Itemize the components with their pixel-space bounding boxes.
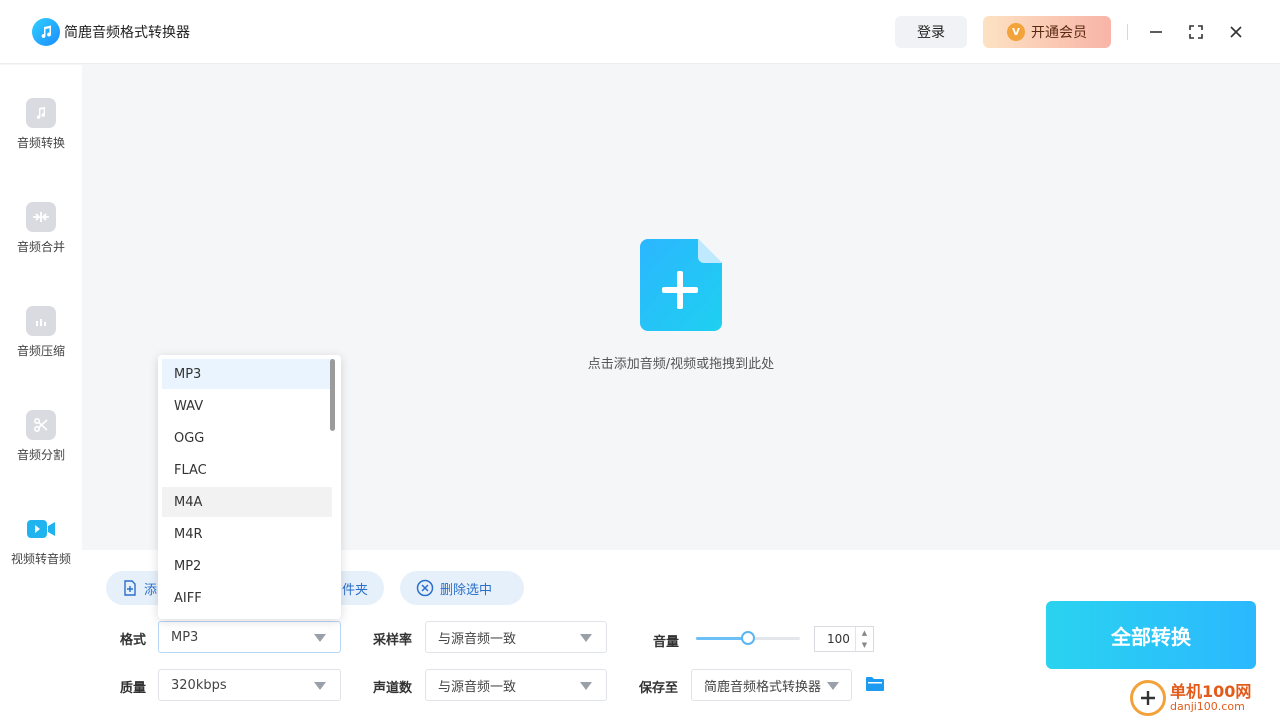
sidebar-item-label: 音频分割 bbox=[16, 448, 65, 462]
channels-value: 与源音频一致 bbox=[438, 679, 517, 695]
format-option-flac[interactable]: FLAC bbox=[162, 455, 332, 485]
add-file-icon[interactable] bbox=[640, 239, 722, 331]
convert-all-button[interactable]: 全部转换 bbox=[1046, 601, 1256, 669]
sample-rate-label: 采样率 bbox=[373, 633, 413, 648]
save-to-value: 简鹿音频格式转换器 bbox=[704, 679, 822, 695]
volume-slider-thumb[interactable] bbox=[741, 631, 755, 645]
format-option-m4a[interactable]: M4A bbox=[162, 487, 332, 517]
scissors-icon bbox=[26, 410, 56, 440]
format-option-aiff[interactable]: AIFF bbox=[162, 583, 332, 613]
sample-rate-value: 与源音频一致 bbox=[438, 631, 517, 647]
sidebar-item-audio-compress[interactable]: 音频压缩 bbox=[0, 306, 82, 386]
quality-select[interactable]: 320kbps bbox=[158, 669, 341, 701]
spin-up-icon[interactable]: ▲ bbox=[856, 627, 873, 639]
close-icon[interactable] bbox=[1224, 20, 1248, 44]
spin-down-icon[interactable]: ▼ bbox=[856, 639, 873, 651]
merge-icon bbox=[26, 202, 56, 232]
dropdown-scrollbar[interactable] bbox=[330, 359, 335, 431]
sidebar-item-label: 音频合并 bbox=[16, 240, 65, 254]
volume-label: 音量 bbox=[653, 635, 680, 650]
format-option-ogg[interactable]: OGG bbox=[162, 423, 332, 453]
format-label: 格式 bbox=[120, 633, 147, 648]
sample-rate-select[interactable]: 与源音频一致 bbox=[425, 621, 607, 653]
sidebar-item-label: 音频压缩 bbox=[16, 344, 65, 358]
chevron-down-icon bbox=[314, 634, 326, 642]
window-controls-divider bbox=[1127, 24, 1128, 40]
save-to-label: 保存至 bbox=[639, 681, 679, 696]
vip-button[interactable]: V 开通会员 bbox=[983, 16, 1111, 48]
sidebar-item-label: 音频转换 bbox=[16, 136, 65, 150]
save-to-select[interactable]: 简鹿音频格式转换器 bbox=[691, 669, 852, 701]
chevron-down-icon bbox=[580, 634, 592, 642]
chevron-down-icon bbox=[827, 682, 839, 690]
vip-crown-icon: V bbox=[1007, 23, 1025, 41]
minimize-icon[interactable] bbox=[1144, 20, 1168, 44]
folder-icon[interactable] bbox=[866, 677, 884, 691]
vip-label: 开通会员 bbox=[1031, 25, 1087, 41]
watermark-name: 单机100网 bbox=[1170, 682, 1252, 702]
delete-selected-button[interactable]: 删除选中 bbox=[400, 571, 524, 605]
maximize-icon[interactable] bbox=[1184, 20, 1208, 44]
sidebar-item-audio-merge[interactable]: 音频合并 bbox=[0, 202, 82, 282]
sidebar-item-audio-split[interactable]: 音频分割 bbox=[0, 410, 82, 490]
format-value: MP3 bbox=[171, 629, 199, 645]
music-note-icon bbox=[26, 98, 56, 128]
format-select[interactable]: MP3 bbox=[158, 621, 341, 653]
add-file-label: 添 bbox=[144, 582, 158, 598]
add-folder-label: 件夹 bbox=[341, 582, 368, 598]
video-camera-icon bbox=[26, 514, 56, 544]
format-dropdown-list: MP3 WAV OGG FLAC M4A M4R MP2 AIFF bbox=[158, 355, 341, 619]
volume-slider[interactable] bbox=[696, 631, 800, 645]
quality-value: 320kbps bbox=[171, 677, 227, 693]
sidebar-item-audio-convert[interactable]: 音频转换 bbox=[0, 98, 82, 178]
add-file-small-icon bbox=[124, 580, 136, 596]
channels-label: 声道数 bbox=[373, 681, 413, 696]
chevron-down-icon bbox=[314, 682, 326, 690]
title-bar: 简鹿音频格式转换器 登录 V 开通会员 bbox=[0, 0, 1280, 64]
volume-spinner[interactable]: ▲ ▼ bbox=[855, 627, 873, 651]
quality-label: 质量 bbox=[120, 681, 147, 696]
login-button[interactable]: 登录 bbox=[895, 16, 967, 48]
sidebar-item-label: 视频转音频 bbox=[10, 552, 71, 566]
watermark: 单机100网 danji100.com bbox=[1130, 676, 1280, 720]
sidebar-item-video-to-audio[interactable]: 视频转音频 bbox=[0, 514, 82, 594]
chevron-down-icon bbox=[580, 682, 592, 690]
format-option-mp2[interactable]: MP2 bbox=[162, 551, 332, 581]
app-title: 简鹿音频格式转换器 bbox=[64, 25, 190, 41]
watermark-logo-icon bbox=[1130, 680, 1166, 716]
compress-icon bbox=[26, 306, 56, 336]
delete-selected-label: 删除选中 bbox=[440, 582, 493, 598]
sidebar: 音频转换 音频合并 音频压缩 音频分割 视频转音频 bbox=[0, 65, 82, 720]
volume-value: 100 bbox=[827, 632, 850, 646]
format-option-wav[interactable]: WAV bbox=[162, 391, 332, 421]
channels-select[interactable]: 与源音频一致 bbox=[425, 669, 607, 701]
format-option-m4r[interactable]: M4R bbox=[162, 519, 332, 549]
delete-circle-icon bbox=[416, 579, 434, 597]
volume-input[interactable]: 100 ▲ ▼ bbox=[814, 626, 874, 652]
format-option-mp3[interactable]: MP3 bbox=[162, 359, 332, 389]
watermark-url: danji100.com bbox=[1170, 699, 1245, 713]
app-logo-icon bbox=[32, 18, 60, 46]
